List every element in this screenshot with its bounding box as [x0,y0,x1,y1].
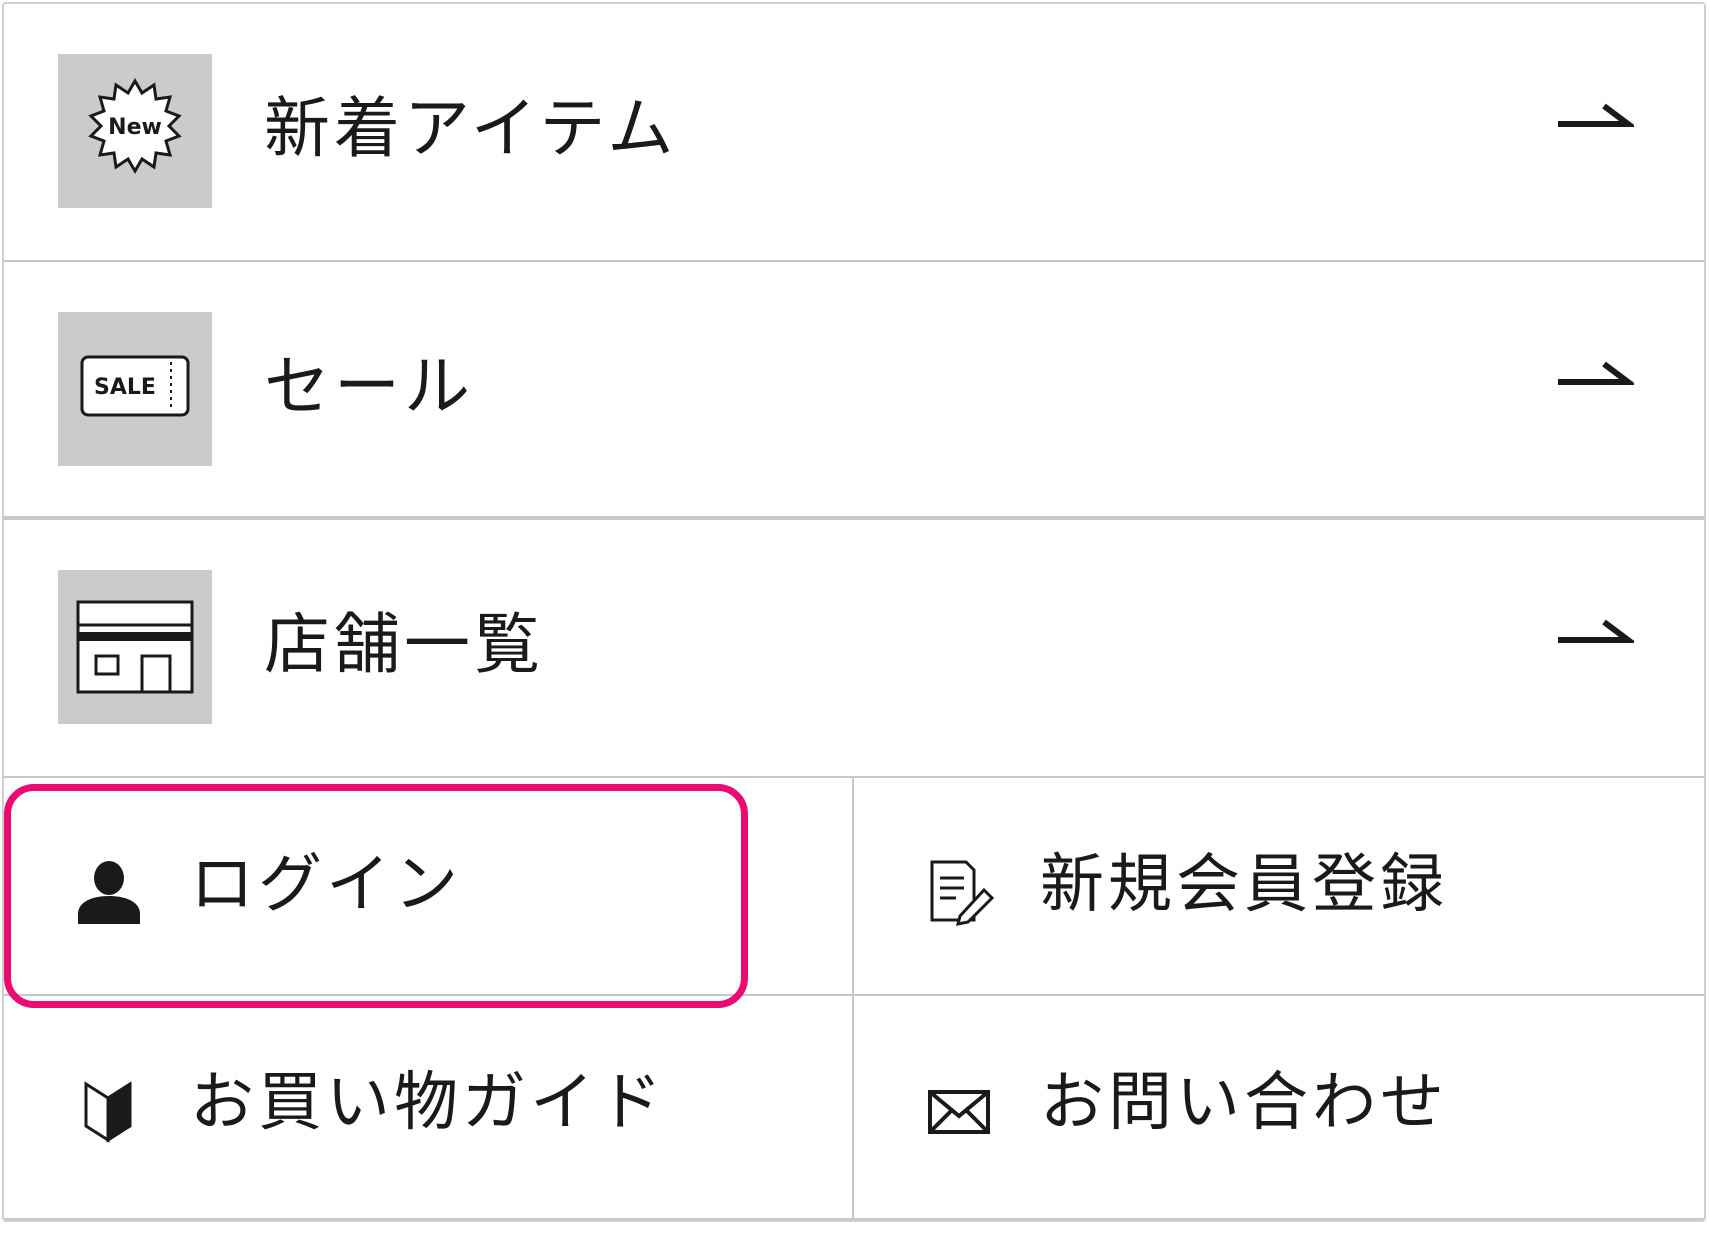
arrow-right-icon [1558,619,1634,643]
menu-item-new-items[interactable]: New 新着アイテム [4,4,1704,262]
menu-item-label: 新着アイテム [264,90,678,167]
menu-item-store-list[interactable]: 店舗一覧 [4,520,1704,778]
mail-icon [928,1090,990,1134]
arrow-right-icon [1558,103,1634,127]
contact-link[interactable]: お問い合わせ [854,996,1704,1220]
shopping-guide-link[interactable]: お買い物ガイド [4,996,854,1220]
register-form-icon [930,860,994,926]
arrow-right-icon [1558,361,1634,385]
register-label: 新規会員登録 [1040,848,1448,922]
svg-text:New: New [108,115,162,140]
side-menu: New 新着アイテム SALE セール 店舗一覧 ログイン 新規会員登録 お買い… [2,2,1706,1222]
svg-text:SALE: SALE [94,375,156,400]
shopping-guide-label: お買い物ガイド [190,1066,666,1140]
register-link[interactable]: 新規会員登録 [854,778,1704,996]
menu-item-sale[interactable]: SALE セール [4,262,1704,520]
new-badge-icon: New [58,54,212,208]
login-label: ログイン [190,848,462,922]
contact-label: お問い合わせ [1040,1066,1448,1140]
sale-ticket-icon: SALE [58,312,212,466]
login-link[interactable]: ログイン [4,778,854,996]
menu-item-label: 店舗一覧 [264,606,544,683]
beginner-mark-icon [84,1081,132,1143]
menu-item-label: セール [264,348,474,425]
store-icon [58,570,212,724]
account-links-grid: ログイン 新規会員登録 お買い物ガイド お問い合わせ [4,778,1704,1220]
user-icon [78,861,140,924]
